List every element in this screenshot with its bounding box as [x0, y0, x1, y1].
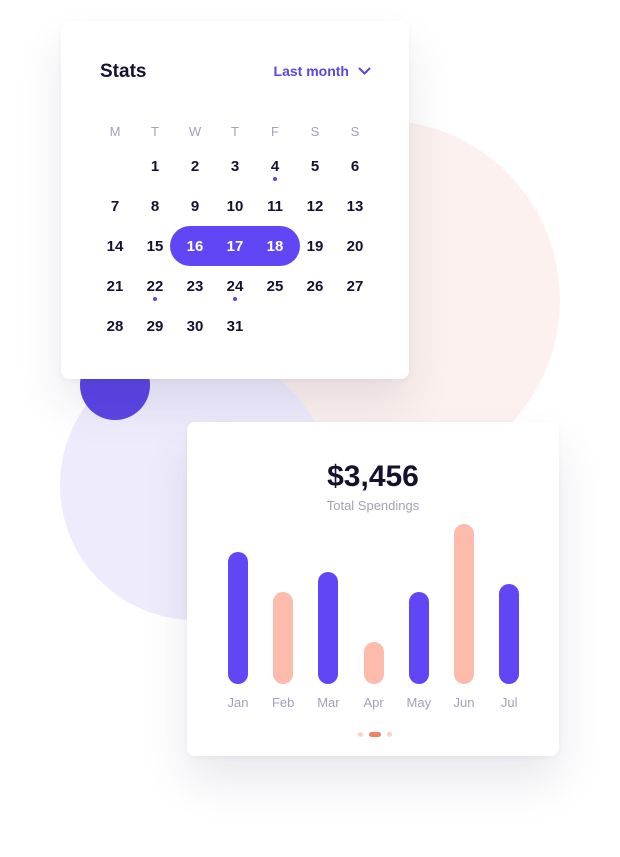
calendar-day-selected[interactable]: 17	[215, 226, 255, 266]
calendar-day[interactable]: 7	[95, 186, 135, 226]
calendar-day-number: 10	[226, 197, 244, 215]
weekday-label: T	[231, 124, 239, 139]
calendar-day-number: 31	[226, 317, 244, 335]
calendar-day-number: 19	[306, 237, 324, 255]
pager-dot[interactable]	[358, 732, 363, 737]
calendar-day-number: 26	[306, 277, 324, 295]
calendar-day-number: 23	[186, 277, 204, 295]
bar-jul[interactable]	[499, 584, 520, 684]
bar-feb[interactable]	[273, 592, 294, 684]
calendar-day-number: 17	[226, 237, 244, 255]
x-tick-label: May	[406, 695, 432, 710]
calendar-day[interactable]: 1	[135, 146, 175, 186]
calendar-day[interactable]: 23	[175, 266, 215, 306]
pager-dot[interactable]	[387, 732, 392, 737]
calendar-day-number: 6	[350, 157, 360, 175]
calendar-day-number: 14	[106, 237, 124, 255]
pager-dot-active[interactable]	[369, 732, 381, 737]
x-tick-label: Jan	[227, 695, 249, 710]
calendar-day-number: 13	[346, 197, 364, 215]
x-tick-label: Jul	[500, 695, 518, 710]
bar-jan[interactable]	[228, 552, 248, 684]
calendar-day[interactable]: 9	[175, 186, 215, 226]
calendar-day-number: 22	[146, 277, 164, 295]
calendar-day-number: 16	[186, 237, 204, 255]
weekday-label: F	[271, 124, 279, 139]
weekday-label: W	[188, 124, 202, 139]
calendar-day[interactable]: 13	[335, 186, 375, 226]
weekday-label: S	[310, 124, 320, 139]
calendar-day[interactable]: 15	[135, 226, 175, 266]
stats-calendar-card: Stats Last month MTWTFSS 1 2 3 4 5 6 7 8 9 10 11 12…	[61, 21, 409, 379]
calendar-day[interactable]: 3	[215, 146, 255, 186]
calendar-day[interactable]: 6	[335, 146, 375, 186]
calendar-day-number: 28	[106, 317, 124, 335]
spendings-card: $3,456 Total Spendings Jan Feb Mar Apr May Ju…	[187, 422, 559, 756]
calendar-day-number: 9	[190, 197, 200, 215]
bar-mar[interactable]	[318, 572, 339, 684]
calendar-day-number: 1	[150, 157, 160, 175]
calendar-day-number: 18	[266, 237, 284, 255]
calendar-day[interactable]: 8	[135, 186, 175, 226]
calendar-day-number: 20	[346, 237, 364, 255]
calendar-day[interactable]: 19	[295, 226, 335, 266]
x-tick-label: Mar	[317, 695, 340, 710]
range-dropdown[interactable]: Last month	[274, 63, 371, 79]
weekday-header: MTWTFSS	[95, 124, 375, 139]
weekday-label: M	[109, 124, 121, 139]
calendar-day-selected[interactable]: 18	[255, 226, 295, 266]
bar-apr[interactable]	[363, 642, 384, 684]
chevron-down-icon	[358, 67, 371, 75]
event-dot	[233, 297, 237, 301]
calendar-day[interactable]: 22	[135, 266, 175, 306]
calendar-day[interactable]: 12	[295, 186, 335, 226]
calendar-day-number: 4	[270, 157, 280, 175]
calendar-day-number: 27	[346, 277, 364, 295]
weekday-label: S	[350, 124, 360, 139]
x-tick-label: Apr	[363, 695, 384, 710]
calendar-day[interactable]: 25	[255, 266, 295, 306]
calendar-day-number: 25	[266, 277, 284, 295]
calendar-day[interactable]: 31	[215, 306, 255, 346]
calendar-day-number: 5	[310, 157, 320, 175]
calendar-day-number: 15	[146, 237, 164, 255]
event-dot	[273, 177, 277, 181]
calendar-day[interactable]: 2	[175, 146, 215, 186]
calendar-day-number: 29	[146, 317, 164, 335]
calendar-day[interactable]: 30	[175, 306, 215, 346]
calendar-day[interactable]: 11	[255, 186, 295, 226]
calendar-day[interactable]: 10	[215, 186, 255, 226]
calendar-title: Stats	[100, 61, 147, 82]
calendar-day[interactable]: 4	[255, 146, 295, 186]
bar-may[interactable]	[408, 592, 429, 684]
spendings-bar-chart: Jan Feb Mar Apr May Jun Jul	[187, 422, 559, 756]
calendar-day-number: 3	[230, 157, 240, 175]
weekday-label: T	[151, 124, 159, 139]
calendar-day-number: 24	[226, 277, 244, 295]
x-tick-label: Feb	[271, 695, 295, 710]
calendar-day[interactable]: 26	[295, 266, 335, 306]
range-label: Last month	[273, 63, 349, 79]
calendar-day-number: 2	[190, 157, 200, 175]
calendar-day-number: 7	[110, 197, 120, 215]
bar-jun[interactable]	[454, 524, 474, 684]
calendar-day-number: 8	[150, 197, 160, 215]
calendar-day[interactable]: 20	[335, 226, 375, 266]
calendar-day-number: 11	[267, 197, 283, 215]
event-dot	[153, 297, 157, 301]
calendar-day[interactable]: 27	[335, 266, 375, 306]
calendar-day[interactable]: 21	[95, 266, 135, 306]
calendar-day-number: 21	[106, 277, 124, 295]
calendar-day-selected[interactable]: 16	[175, 226, 215, 266]
carousel-pager	[355, 732, 395, 737]
calendar-day-number: 30	[186, 317, 204, 335]
calendar-day[interactable]: 14	[95, 226, 135, 266]
x-tick-label: Jun	[453, 695, 475, 710]
calendar-day[interactable]: 28	[95, 306, 135, 346]
calendar-day[interactable]: 24	[215, 266, 255, 306]
calendar-day[interactable]: 5	[295, 146, 335, 186]
calendar-day-number: 12	[306, 197, 324, 215]
calendar-day[interactable]: 29	[135, 306, 175, 346]
